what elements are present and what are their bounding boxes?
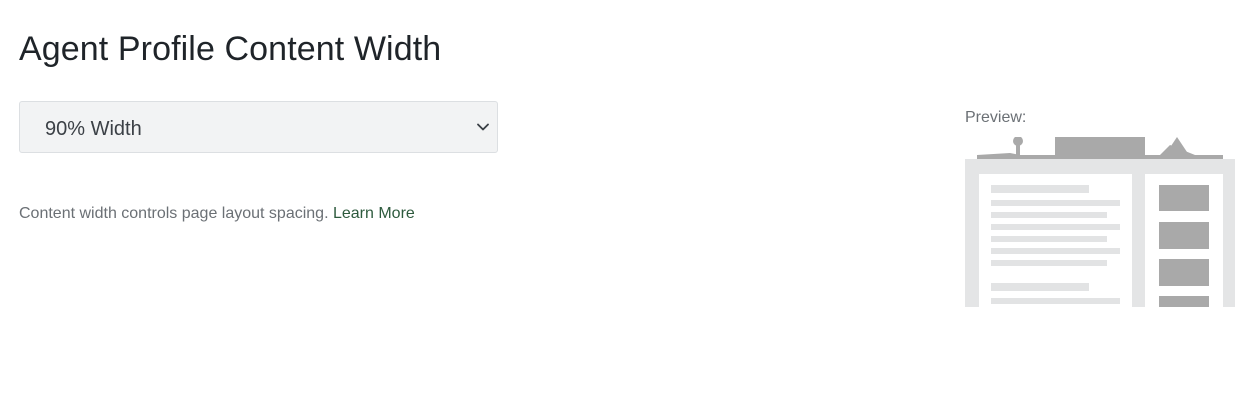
- page-title: Agent Profile Content Width: [19, 30, 442, 68]
- layout-preview-graphic: [965, 137, 1235, 307]
- helper-description: Content width controls page layout spaci…: [19, 205, 329, 222]
- learn-more-link[interactable]: Learn More: [333, 205, 415, 222]
- content-width-select[interactable]: 90% Width: [19, 101, 498, 153]
- layout-preview-image: [965, 137, 1235, 307]
- preview-label: Preview:: [965, 109, 1027, 126]
- chevron-down-icon: [477, 123, 489, 131]
- helper-text: Content width controls page layout spaci…: [19, 205, 415, 223]
- content-width-select-value: 90% Width: [45, 118, 142, 140]
